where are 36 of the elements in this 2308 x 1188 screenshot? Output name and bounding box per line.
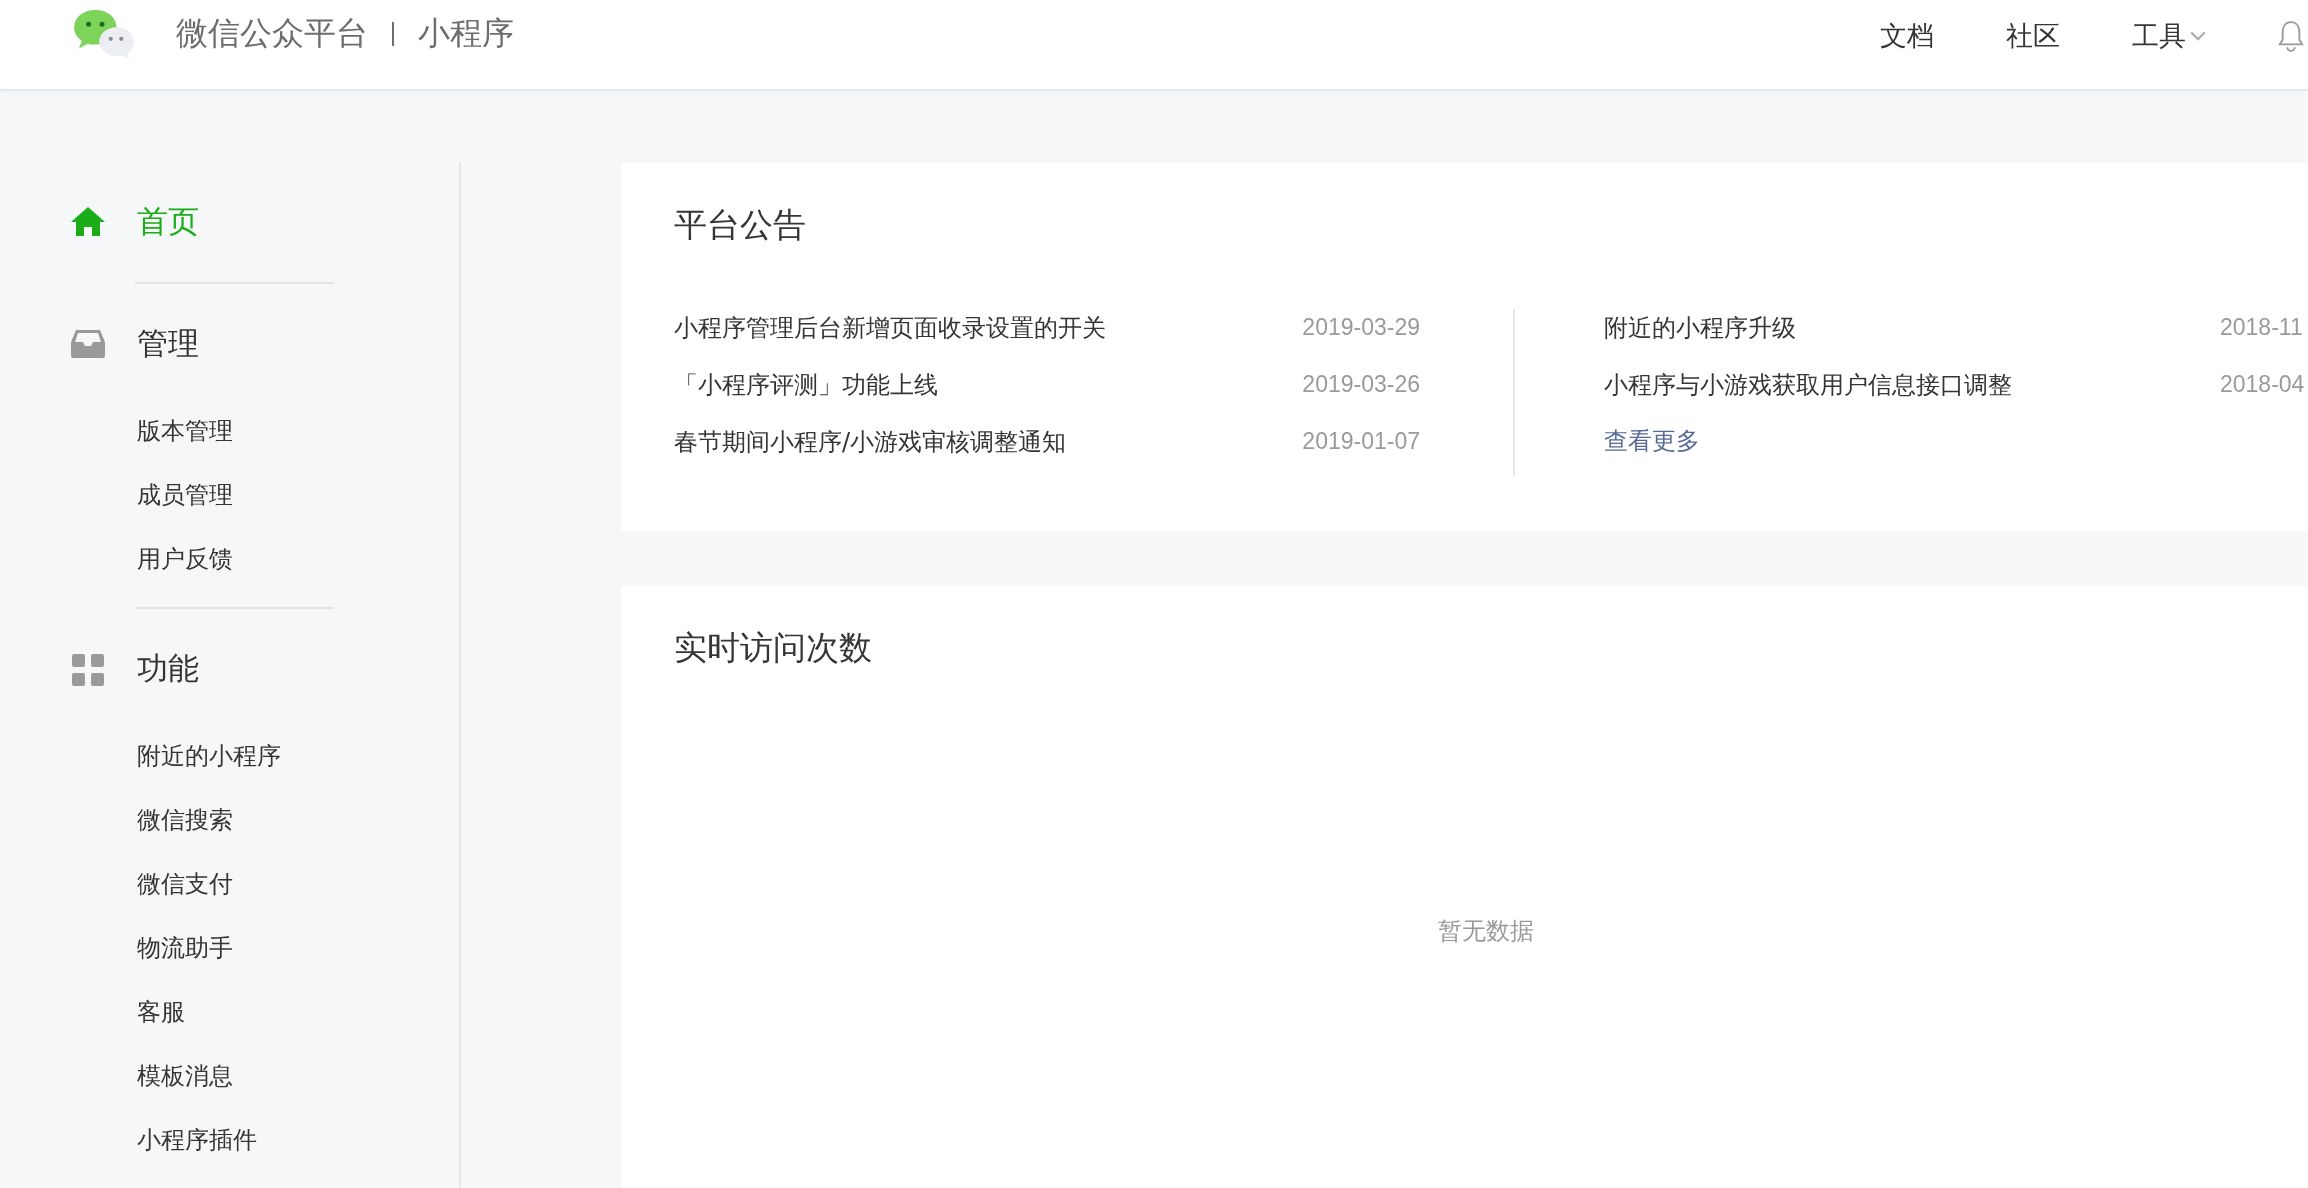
card-title: 实时访问次数 [674, 627, 873, 669]
sidebar-item[interactable]: 功能 [137, 648, 199, 690]
nav-link[interactable]: 文档 [1880, 18, 1934, 54]
announcement-date: 2018-11 [2220, 314, 2304, 341]
tools-menu[interactable]: 工具 [2132, 18, 2206, 54]
inbox-tray-icon [70, 327, 106, 361]
sidebar-item[interactable]: 附近的小程序 [0, 724, 459, 788]
chat-bubbles-logo [72, 8, 136, 60]
sidebar-item[interactable]: 版本管理 [0, 399, 459, 463]
announcement-link[interactable]: 小程序与小游戏获取用户信息接口调整 [1604, 368, 2220, 401]
sidebar-item[interactable]: 成员管理 [0, 463, 459, 527]
announcement-date: 2018-04 [2220, 371, 2306, 398]
product-title: 小程序 [418, 13, 514, 54]
sidebar-item[interactable]: 微信搜索 [0, 788, 459, 852]
announcement-link[interactable]: 「小程序评测」功能上线 [674, 368, 1303, 401]
announcement-date: 2019-03-26 [1302, 371, 1420, 398]
view-more-link[interactable]: 查看更多 [1604, 413, 1700, 470]
announcement-date: 2019-01-07 [1302, 428, 1420, 455]
no-data-text: 暂无数据 [1437, 916, 1534, 947]
announcement-link[interactable]: 小程序管理后台新增页面收录设置的开关 [674, 311, 1303, 344]
sidebar-item[interactable]: 管理 [137, 323, 199, 365]
home-icon [70, 205, 106, 239]
sidebar-item[interactable]: 小程序插件 [0, 1108, 459, 1172]
sidebar-item[interactable]: 模板消息 [0, 1044, 459, 1108]
platform-title: 微信公众平台 [176, 13, 368, 54]
sidebar-item[interactable]: 用户反馈 [0, 527, 459, 591]
sidebar-item[interactable]: 客服 [0, 980, 459, 1044]
grid-icon [70, 652, 106, 686]
nav-link[interactable]: 社区 [2006, 18, 2060, 54]
bell-icon[interactable] [2278, 20, 2304, 52]
announcement-date: 2019-03-29 [1302, 314, 1420, 341]
sidebar-item[interactable]: 微信支付 [0, 852, 459, 916]
announcement-link[interactable]: 附近的小程序升级 [1604, 311, 2220, 344]
card-title: 平台公告 [674, 204, 807, 246]
announcement-link[interactable]: 春节期间小程序/小游戏审核调整通知 [674, 425, 1303, 458]
sidebar-item[interactable]: 物流助手 [0, 916, 459, 980]
